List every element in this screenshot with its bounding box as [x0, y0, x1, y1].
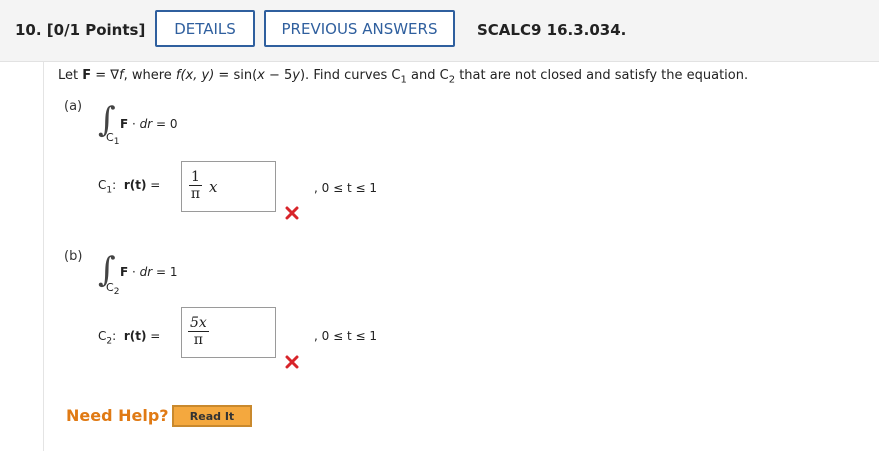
integrand-a: F · dr = 0	[120, 117, 178, 131]
question-header: 10. [0/1 Points] DETAILS PREVIOUS ANSWER…	[0, 0, 879, 62]
curve-def-b: C2: r(t) =	[98, 329, 161, 347]
previous-answers-button[interactable]: PREVIOUS ANSWERS	[264, 10, 455, 47]
left-rule	[43, 62, 44, 451]
details-button[interactable]: DETAILS	[155, 10, 255, 47]
curve-def-a: C1: r(t) =	[98, 178, 161, 196]
integrand-b: F · dr = 1	[120, 265, 178, 279]
x-mark-icon	[285, 355, 299, 369]
part-b-label: (b)	[64, 249, 83, 264]
problem-statement: Let F = ∇f, where f(x, y) = sin(x − 5y).…	[58, 68, 749, 86]
part-a-label: (a)	[64, 99, 83, 114]
x-mark-icon	[285, 206, 299, 220]
answer-fraction-a: 1 π	[189, 169, 202, 202]
range-b: , 0 ≤ t ≤ 1	[314, 329, 377, 343]
answer-field-b[interactable]: 5x π	[181, 307, 276, 358]
answer-variable-a: x	[209, 178, 218, 196]
integral-sub-b: C2	[106, 281, 120, 298]
assignment-code: SCALC9 16.3.034.	[477, 21, 627, 39]
need-help-label: Need Help?	[66, 406, 169, 425]
integral-sub-a: C1	[106, 131, 120, 148]
read-it-button[interactable]: Read It	[172, 405, 252, 427]
answer-field-a[interactable]: 1 π x	[181, 161, 276, 212]
answer-fraction-b: 5x π	[188, 315, 209, 348]
range-a: , 0 ≤ t ≤ 1	[314, 181, 377, 195]
question-label: 10. [0/1 Points]	[15, 21, 146, 39]
